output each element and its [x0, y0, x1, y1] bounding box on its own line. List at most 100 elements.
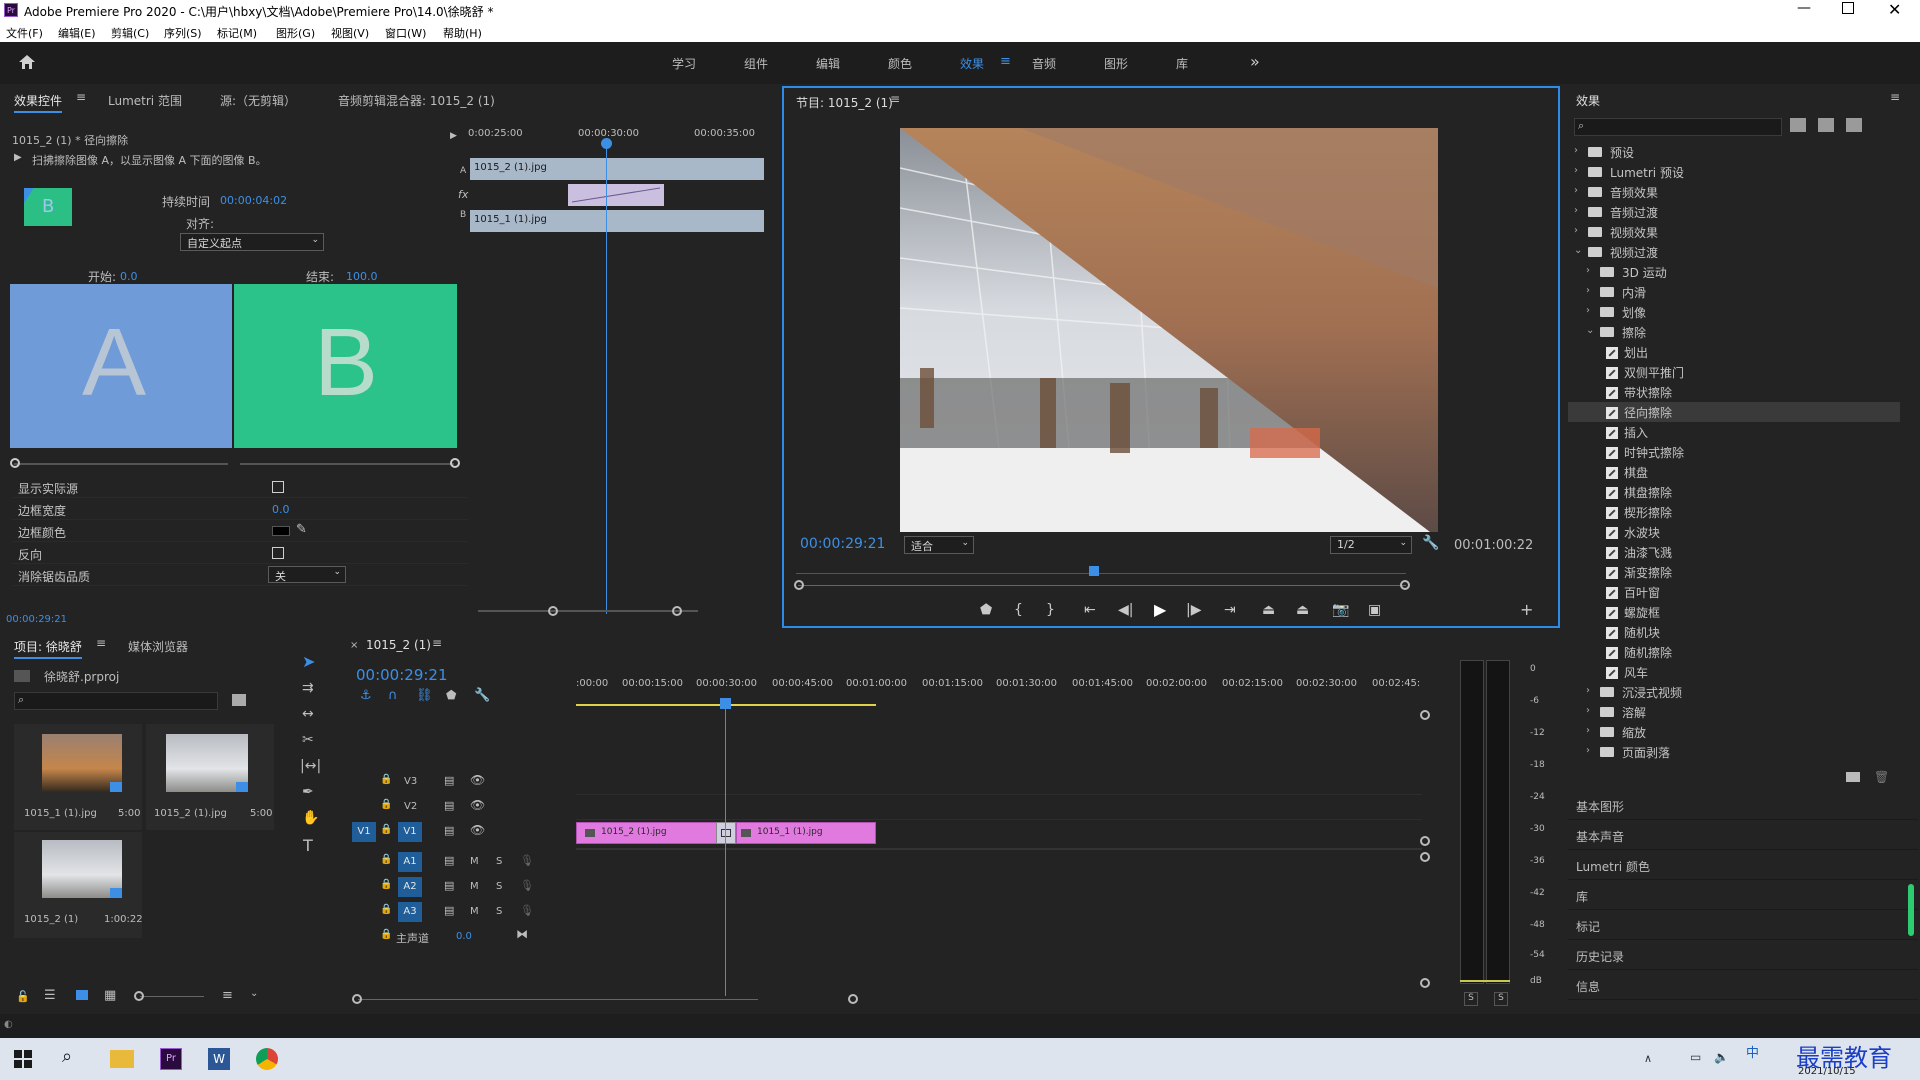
chevron-right-icon[interactable]: ›	[1586, 305, 1598, 316]
workspace-color[interactable]: 颜色	[888, 55, 912, 72]
effects-tree-item[interactable]: › 视频效果	[1568, 222, 1900, 242]
chevron-right-icon[interactable]: ›	[1574, 205, 1586, 216]
end-slider-track[interactable]	[240, 463, 454, 465]
sync-lock-icon[interactable]: ▤	[444, 904, 454, 917]
resolution-dropdown[interactable]: 1/2 ⌄	[1330, 536, 1412, 554]
add-marker-icon[interactable]: ⬟	[980, 602, 992, 618]
word-taskbar-icon[interactable]: W	[208, 1048, 230, 1070]
list-view-icon[interactable]: ☰	[44, 988, 56, 1003]
effects-tree-item[interactable]: 带状擦除	[1568, 382, 1900, 402]
chevron-right-icon[interactable]: ›	[1586, 685, 1598, 696]
effects-search-input[interactable]: ⌕	[1574, 118, 1782, 136]
effects-tree-item[interactable]: 螺旋框	[1568, 602, 1900, 622]
windows-start-icon[interactable]	[14, 1050, 32, 1068]
lock-icon[interactable]: 🔒	[380, 774, 392, 785]
add-marker-icon[interactable]: ⬟	[446, 688, 456, 702]
microphone-icon[interactable]: 🎙	[520, 904, 534, 917]
tab-audio-clip-mixer[interactable]: 音频剪辑混合器: 1015_2 (1)	[338, 92, 495, 109]
effects-tree-item[interactable]: 随机擦除	[1568, 642, 1900, 662]
border-color-swatch[interactable]	[272, 526, 290, 536]
sort-icon[interactable]: ≡	[222, 988, 233, 1003]
effects-tree-item[interactable]: 插入	[1568, 422, 1900, 442]
timeline-clip-v1-1[interactable]: 1015_2 (1).jpg	[576, 822, 726, 844]
effects-tree-item[interactable]: › Lumetri 预设	[1568, 162, 1900, 182]
effects-tree-item[interactable]: 棋盘擦除	[1568, 482, 1900, 502]
show-actual-sources-checkbox[interactable]	[272, 481, 284, 493]
eye-icon[interactable]: 👁	[470, 773, 485, 787]
workspace-assembly[interactable]: 组件	[744, 55, 768, 72]
start-slider-handle[interactable]	[10, 458, 20, 468]
chrome-taskbar-icon[interactable]	[256, 1048, 278, 1070]
ripple-edit-tool-icon[interactable]: ↔	[302, 706, 314, 722]
play-transition-icon[interactable]: ▶	[14, 152, 22, 163]
effects-tree-item[interactable]: › 划像	[1568, 302, 1900, 322]
thumbnail-size-handle[interactable]	[134, 991, 144, 1001]
chevron-down-icon[interactable]: ⌄	[1586, 325, 1598, 336]
chevron-down-icon[interactable]: ⌄	[1574, 245, 1586, 256]
scroll-handle[interactable]	[1420, 852, 1430, 862]
mute-button[interactable]: M	[470, 856, 479, 867]
menu-file[interactable]: 文件(F)	[6, 25, 43, 41]
section-libraries[interactable]: 库	[1568, 880, 1918, 910]
workspace-effects[interactable]: 效果	[960, 55, 984, 72]
section-history[interactable]: 历史记录	[1568, 940, 1918, 970]
timeline-hscroll[interactable]	[358, 999, 758, 1000]
section-info[interactable]: 信息	[1568, 970, 1918, 1000]
scroll-handle[interactable]	[1420, 710, 1430, 720]
effects-tree-item[interactable]: 棋盘	[1568, 462, 1900, 482]
solo-button[interactable]: S	[496, 906, 502, 917]
fit-dropdown[interactable]: 适合 ⌄	[904, 536, 974, 554]
eyedropper-icon[interactable]: ✎	[296, 522, 307, 537]
timeline-settings-icon[interactable]: 🔧	[474, 688, 490, 703]
lock-icon[interactable]: 🔒	[380, 904, 392, 915]
delete-icon[interactable]: 🗑	[1874, 770, 1889, 784]
premiere-taskbar-icon[interactable]: Pr	[160, 1048, 182, 1070]
microphone-icon[interactable]: 🎙	[520, 879, 534, 892]
mute-button[interactable]: M	[470, 881, 479, 892]
effects-tree-item[interactable]: ⌄ 擦除	[1568, 322, 1900, 342]
solo-button[interactable]: S	[496, 856, 502, 867]
effects-tree-item[interactable]: › 内滑	[1568, 282, 1900, 302]
effects-tree-item[interactable]: › 沉浸式视频	[1568, 682, 1900, 702]
effects-tree-item[interactable]: 时钟式擦除	[1568, 442, 1900, 462]
mute-button[interactable]: M	[470, 906, 479, 917]
export-frame-icon[interactable]: 📷	[1332, 602, 1349, 618]
new-bin-icon[interactable]	[1846, 772, 1860, 782]
align-dropdown[interactable]: 自定义起点 ⌄	[180, 233, 324, 251]
antialias-dropdown[interactable]: 关 ⌄	[268, 566, 346, 583]
menu-window[interactable]: 窗口(W)	[385, 25, 426, 41]
program-menu-icon[interactable]: ≡	[890, 92, 900, 106]
source-patch-v1[interactable]: V1	[352, 822, 376, 842]
timeline-transition[interactable]	[716, 822, 736, 844]
program-zoom-bar[interactable]	[798, 585, 1406, 586]
menu-edit[interactable]: 编辑(E)	[58, 25, 96, 41]
workspace-audio[interactable]: 音频	[1032, 55, 1056, 72]
menu-graphics[interactable]: 图形(G)	[276, 25, 315, 41]
go-to-out-icon[interactable]: ⇥	[1224, 602, 1236, 618]
reverse-checkbox[interactable]	[272, 547, 284, 559]
solo-button[interactable]: S	[496, 881, 502, 892]
play-icon[interactable]: ▶	[1154, 600, 1166, 619]
scroll-handle[interactable]	[1420, 836, 1430, 846]
chevron-right-icon[interactable]: ›	[1574, 165, 1586, 176]
hscroll-handle-right[interactable]	[848, 994, 858, 1004]
tab-project[interactable]: 项目: 徐晓舒	[14, 638, 82, 659]
project-item[interactable]: 1015_1 (1).jpg 5:00	[14, 724, 142, 830]
timeline-clip-v1-2[interactable]: 1015_1 (1).jpg	[736, 822, 876, 844]
zoom-handle-left[interactable]	[794, 580, 804, 590]
effect-controls-timecode[interactable]: 00:00:29:21	[6, 614, 67, 625]
program-playhead[interactable]	[1089, 566, 1099, 576]
chevron-right-icon[interactable]: ›	[1586, 725, 1598, 736]
ec-playhead[interactable]	[606, 144, 607, 614]
comparison-view-icon[interactable]: ▣	[1368, 602, 1381, 618]
workspace-menu-icon[interactable]: ≡	[1000, 54, 1011, 69]
lock-icon[interactable]: 🔒	[380, 824, 392, 835]
project-search-input[interactable]: ⌕	[14, 692, 218, 710]
expand-arrow-icon[interactable]: ▶	[450, 131, 457, 141]
effects-tree-item[interactable]: 风车	[1568, 662, 1900, 682]
effects-tree-item[interactable]: 径向擦除	[1568, 402, 1900, 422]
yuv-effects-icon[interactable]	[1846, 118, 1862, 132]
ec-clip-b[interactable]: 1015_1 (1).jpg	[470, 210, 764, 232]
section-lumetri-color[interactable]: Lumetri 颜色	[1568, 850, 1918, 880]
tray-arrow-icon[interactable]: ∧	[1644, 1052, 1652, 1065]
